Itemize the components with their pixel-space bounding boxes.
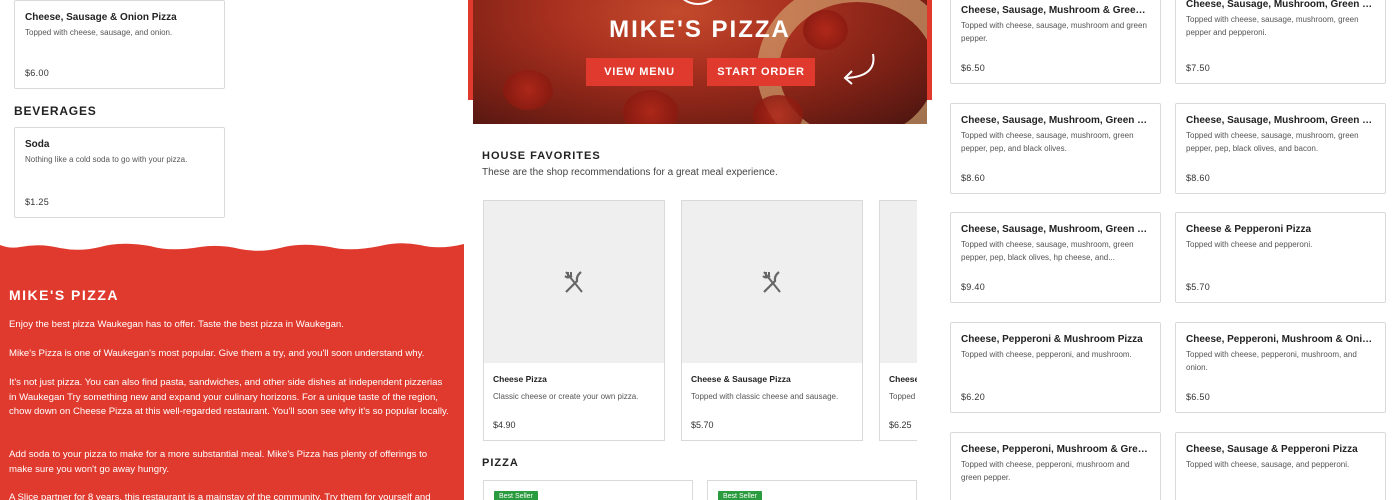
menu-item-card[interactable]: Soda Nothing like a cold soda to go with… xyxy=(14,127,225,218)
logo-circle xyxy=(678,0,718,5)
menu-item-description: Topped with cheese, sausage, mushroom, g… xyxy=(1186,15,1359,37)
menu-item-price: $5.70 xyxy=(1186,282,1211,292)
favorite-price: $4.90 xyxy=(493,420,516,430)
view-menu-button[interactable]: VIEW MENU xyxy=(586,58,693,86)
menu-item-price: $1.25 xyxy=(25,197,50,207)
house-favorites-heading: HOUSE FAVORITES xyxy=(482,150,601,162)
menu-item-card[interactable]: Cheese, Sausage & Onion Pizza Topped wit… xyxy=(14,0,225,89)
menu-item-name: Cheese, Sausage, Mushroom, Green Pepper,… xyxy=(961,224,1150,235)
menu-item-card[interactable]: Best Seller xyxy=(707,480,917,500)
menu-item-card[interactable]: Cheese & Pepperoni Pizza Topped with che… xyxy=(1175,212,1386,303)
menu-item-card[interactable]: Best Seller xyxy=(483,480,693,500)
menu-item-card[interactable]: Cheese, Sausage, Mushroom & Green Pepper… xyxy=(950,0,1161,84)
menu-item-description: Topped with cheese, sausage, mushroom, g… xyxy=(1186,131,1359,153)
menu-item-card[interactable]: Cheese, Sausage, Mushroom, Green Pepper … xyxy=(1175,0,1386,84)
pepperoni-decoration xyxy=(623,90,678,124)
menu-item-description: Topped with cheese, pepperoni, mushroom,… xyxy=(1186,350,1357,372)
menu-item-description: Topped with cheese, pepperoni, and mushr… xyxy=(961,350,1132,359)
favorite-card[interactable]: Cheese & Sausage Pizza Topped with class… xyxy=(681,200,863,441)
favorite-description: Classic cheese or create your own pizza. xyxy=(493,392,639,401)
hero-title: MIKE'S PIZZA xyxy=(609,16,791,43)
menu-item-description: Topped with cheese, sausage, mushroom an… xyxy=(961,21,1147,43)
menu-item-description: Topped with cheese, sausage, and onion. xyxy=(25,28,173,37)
favorite-description: Topped with classic cheese and sausage. xyxy=(691,392,839,401)
menu-item-description: Topped with cheese, pepperoni, mushroom … xyxy=(961,460,1130,482)
menu-item-price: $9.40 xyxy=(961,282,986,292)
favorite-description: Topped mushro xyxy=(889,392,917,401)
favorite-price: $5.70 xyxy=(691,420,714,430)
favorite-name: Cheese xyxy=(889,374,917,384)
menu-item-price: $6.20 xyxy=(961,392,986,402)
menu-item-name: Cheese, Sausage, Mushroom, Green Pepper,… xyxy=(1186,115,1375,126)
hero-banner: MIKE'S PIZZA VIEW MENU START ORDER xyxy=(473,0,927,124)
menu-item-description: Nothing like a cold soda to go with your… xyxy=(25,155,188,164)
start-order-button[interactable]: START ORDER xyxy=(707,58,815,86)
menu-item-card[interactable]: Cheese, Sausage, Mushroom, Green Pepper,… xyxy=(950,103,1161,194)
image-placeholder xyxy=(880,201,917,363)
menu-item-price: $7.50 xyxy=(1186,63,1211,73)
menu-item-card[interactable]: Cheese, Pepperoni, Mushroom & Onion Pizz… xyxy=(1175,322,1386,413)
menu-item-name: Cheese, Sausage, Mushroom, Green Pepper,… xyxy=(961,115,1150,126)
image-placeholder xyxy=(682,201,862,363)
favorite-card[interactable]: Cheese Pizza Classic cheese or create yo… xyxy=(483,200,665,441)
menu-item-description: Topped with cheese, sausage, and peppero… xyxy=(1186,460,1350,469)
menu-item-card[interactable]: Cheese, Pepperoni, Mushroom & Green Pepp… xyxy=(950,432,1161,500)
menu-item-name: Cheese, Pepperoni, Mushroom & Onion Pizz… xyxy=(1186,334,1375,345)
menu-item-price: $6.00 xyxy=(25,68,50,78)
menu-item-name: Cheese, Sausage & Pepperoni Pizza xyxy=(1186,444,1358,455)
menu-item-card[interactable]: Cheese, Sausage, Mushroom, Green Pepper,… xyxy=(950,212,1161,303)
house-favorites-subheading: These are the shop recommendations for a… xyxy=(482,167,778,178)
menu-item-description: Topped with cheese, sausage, mushroom, g… xyxy=(961,240,1134,262)
best-seller-badge: Best Seller xyxy=(718,491,762,500)
about-paragraph: A Slice partner for 8 years, this restau… xyxy=(9,492,431,500)
fork-knife-icon xyxy=(762,271,781,293)
about-paragraph: It's not just pizza. You can also find p… xyxy=(9,377,449,417)
menu-item-name: Soda xyxy=(25,139,50,150)
menu-item-price: $8.60 xyxy=(961,173,986,183)
menu-item-name: Cheese, Sausage, Mushroom & Green Pepper… xyxy=(961,5,1150,16)
about-title: MIKE'S PIZZA xyxy=(9,287,119,303)
menu-item-card[interactable]: Cheese, Sausage, Mushroom, Green Pepper,… xyxy=(1175,103,1386,194)
page: Cheese, Sausage & Onion Pizza Topped wit… xyxy=(0,0,1400,500)
best-seller-badge: Best Seller xyxy=(494,491,538,500)
menu-item-description: Topped with cheese, sausage, mushroom, g… xyxy=(961,131,1134,153)
menu-item-card[interactable]: Cheese, Sausage & Pepperoni Pizza Topped… xyxy=(1175,432,1386,500)
image-placeholder xyxy=(484,201,664,363)
menu-item-name: Cheese, Sausage & Onion Pizza xyxy=(25,12,177,23)
menu-item-description: Topped with cheese and pepperoni. xyxy=(1186,240,1313,249)
fork-knife-icon xyxy=(564,271,583,293)
menu-item-price: $8.60 xyxy=(1186,173,1211,183)
menu-item-card[interactable]: Cheese, Pepperoni & Mushroom Pizza Toppe… xyxy=(950,322,1161,413)
about-paragraph: Enjoy the best pizza Waukegan has to off… xyxy=(9,319,344,330)
about-section: MIKE'S PIZZA Enjoy the best pizza Waukeg… xyxy=(0,240,464,500)
menu-item-name: Cheese, Pepperoni, Mushroom & Green Pepp… xyxy=(961,444,1150,455)
favorite-price: $6.25 xyxy=(889,420,912,430)
favorite-name: Cheese & Sausage Pizza xyxy=(691,374,791,384)
torn-edge-decoration xyxy=(0,240,464,251)
menu-item-name: Cheese, Pepperoni & Mushroom Pizza xyxy=(961,334,1143,345)
menu-item-price: $6.50 xyxy=(961,63,986,73)
menu-item-name: Cheese, Sausage, Mushroom, Green Pepper … xyxy=(1186,0,1375,10)
menu-item-price: $6.50 xyxy=(1186,392,1211,402)
about-paragraph: Add soda to your pizza to make for a mor… xyxy=(9,449,428,475)
favorites-carousel[interactable]: Cheese Pizza Classic cheese or create yo… xyxy=(483,200,917,442)
favorite-card[interactable]: Cheese Topped mushro $6.25 xyxy=(879,200,917,441)
favorite-name: Cheese Pizza xyxy=(493,374,547,384)
about-paragraph: Mike's Pizza is one of Waukegan's most p… xyxy=(9,348,425,359)
curved-arrow-icon xyxy=(843,53,875,85)
pepperoni-decoration xyxy=(503,70,553,110)
pizza-heading: PIZZA xyxy=(482,457,519,469)
menu-item-name: Cheese & Pepperoni Pizza xyxy=(1186,224,1312,235)
beverages-heading: BEVERAGES xyxy=(14,104,97,118)
